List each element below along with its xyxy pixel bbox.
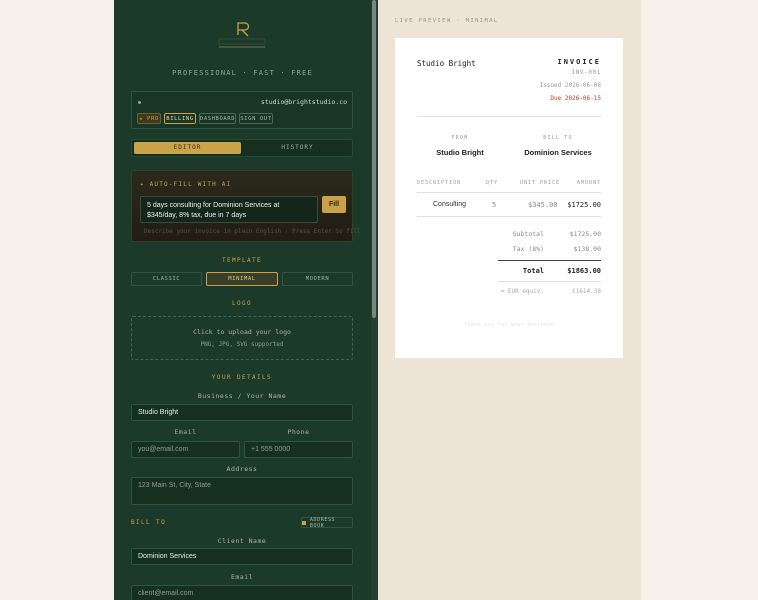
account-email: studio@brightstudio.co [260, 98, 347, 106]
total-rule [498, 260, 601, 261]
pro-badge: ★ PRO [137, 113, 161, 124]
client-email-input[interactable]: client@email.com [131, 585, 353, 600]
row-amount: $1725.00 [567, 201, 601, 209]
editor-scrollbar[interactable] [371, 0, 378, 600]
page-margin [641, 0, 758, 600]
col-qty: QTY [486, 180, 499, 186]
address-book-label: ADDRESS BOOK [309, 516, 336, 529]
invoice-issued: Issued 2026-06-08 [539, 82, 601, 89]
template-modern[interactable]: MODERN [282, 272, 353, 286]
logo-dropzone[interactable]: Click to upload your logo PNG, JPG, SVG … [131, 316, 353, 360]
from-value: Studio Bright [436, 148, 484, 157]
editor-panel: PROFESSIONAL · FAST · FREE studio@bright… [114, 0, 371, 600]
client-name-label: Client Name [217, 537, 267, 545]
from-label: FROM [451, 135, 469, 141]
email-input[interactable]: you@email.com [131, 441, 240, 458]
invoice-title: INVOICE [557, 58, 601, 66]
subtotal-value: $1725.00 [569, 230, 601, 238]
billto-value: Dominion Services [524, 148, 592, 157]
ai-fill-button[interactable]: Fill [322, 196, 346, 213]
billto-heading: BILL TO [131, 519, 167, 526]
logo-heading: LOGO [231, 300, 253, 307]
preview-heading: LIVE PREVIEW · MINIMAL [395, 18, 499, 24]
total-value: $1863.00 [567, 267, 601, 275]
email-label: Email [174, 428, 197, 436]
phone-input[interactable]: +1 555 0000 [244, 441, 353, 458]
col-description: DESCRIPTION [417, 180, 462, 186]
template-heading: TEMPLATE [221, 257, 263, 264]
invoice-company: Studio Bright [417, 59, 476, 68]
divider [417, 216, 601, 217]
divider [417, 116, 601, 117]
logo-formats-text: PNG, JPG, SVG supported [200, 341, 284, 348]
invoice-number: INV-001 [571, 69, 601, 76]
tab-history[interactable]: HISTORY [244, 142, 351, 154]
dashboard-button[interactable]: DASHBOARD [199, 113, 236, 124]
book-icon [302, 520, 306, 525]
fx-value: €1614.38 [572, 288, 601, 295]
thank-you-note: Thank you for your business [464, 322, 554, 328]
phone-label: Phone [287, 428, 310, 436]
brand-tagline: PROFESSIONAL · FAST · FREE [172, 69, 313, 77]
client-email-label: Email [230, 573, 254, 581]
ai-autofill-card: ✦ AUTO-FILL WITH AI 5 days consulting fo… [131, 170, 361, 242]
name-input[interactable]: Studio Bright [131, 404, 353, 421]
account-card: studio@brightstudio.co ★ PRO BILLING DAS… [131, 91, 353, 129]
invoice-due: Due 2026-06-15 [550, 95, 601, 102]
scrollbar-thumb[interactable] [372, 0, 376, 318]
brand-logo [216, 20, 268, 48]
address-input[interactable]: 123 Main St, City, State [131, 477, 353, 505]
invoice-preview: Studio Bright INVOICE INV-001 Issued 202… [395, 38, 623, 358]
name-label: Business / Your Name [197, 392, 287, 400]
client-name-input[interactable]: Dominion Services [131, 548, 353, 565]
subtotal-label: Subtotal [512, 230, 544, 238]
signout-button[interactable]: SIGN OUT [239, 113, 273, 124]
status-dot-icon [138, 101, 141, 104]
row-description: Consulting [433, 201, 467, 208]
ai-hint: Describe your invoice in plain English ·… [144, 228, 361, 235]
total-label: Total [522, 267, 544, 275]
ai-prompt-input[interactable]: 5 days consulting for Dominion Services … [140, 196, 318, 223]
divider [498, 281, 601, 282]
tax-label: Tax (8%) [512, 245, 544, 253]
ai-heading: ✦ AUTO-FILL WITH AI [140, 181, 232, 188]
address-label: Address [226, 465, 258, 473]
tab-editor[interactable]: EDITOR [134, 142, 241, 154]
template-minimal[interactable]: MINIMAL [206, 272, 278, 286]
row-unit-price: $345.00 [528, 201, 558, 209]
logo-upload-text: Click to upload your logo [193, 328, 291, 336]
col-unit-price: UNIT PRICE [520, 180, 561, 186]
billto-label: BILL TO [543, 135, 573, 141]
tax-value: $138.00 [573, 245, 601, 253]
row-qty: 5 [492, 201, 497, 209]
details-heading: YOUR DETAILS [211, 374, 273, 381]
tab-bar: EDITOR HISTORY [131, 139, 353, 157]
billing-button[interactable]: BILLING [164, 113, 196, 124]
col-amount: AMOUNT [576, 180, 601, 186]
address-book-button[interactable]: ADDRESS BOOK [301, 516, 353, 529]
template-classic[interactable]: CLASSIC [131, 272, 202, 286]
divider [417, 192, 601, 193]
fx-label: ≈ EUR equiv. [500, 288, 544, 295]
